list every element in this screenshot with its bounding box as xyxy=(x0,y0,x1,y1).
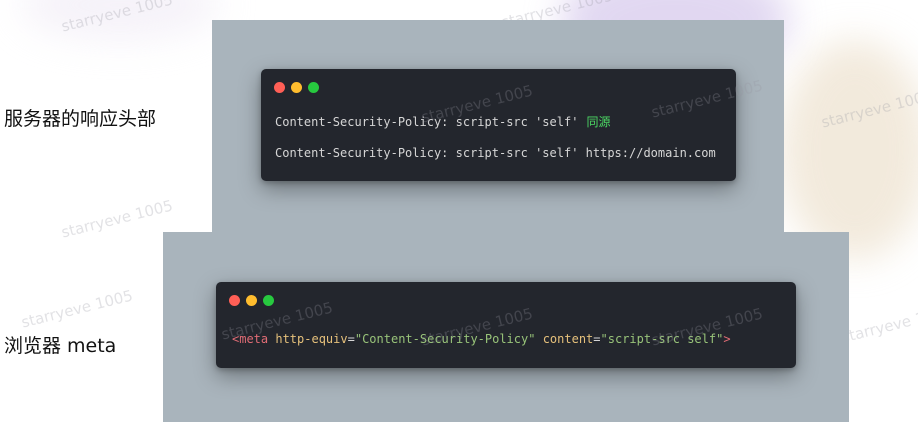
maximize-dot-icon[interactable] xyxy=(308,82,319,93)
code-token: = xyxy=(347,332,355,346)
watermark: starryeve 1005 xyxy=(839,301,918,347)
code-token: content xyxy=(542,332,594,346)
close-dot-icon[interactable] xyxy=(274,82,285,93)
code-line: <meta http-equiv="Content-Security-Polic… xyxy=(232,332,731,346)
code-token: "Content-Security-Policy" xyxy=(354,332,536,346)
code-text: Content-Security-Policy: script-src 'sel… xyxy=(275,115,579,129)
terminal-window: <meta http-equiv="Content-Security-Polic… xyxy=(216,282,796,368)
code-token: = xyxy=(593,332,601,346)
background-decoration xyxy=(20,0,220,40)
section-label-browser-meta: 浏览器 meta xyxy=(4,335,117,357)
watermark: starryeve 1005 xyxy=(59,196,175,242)
terminal-window: Content-Security-Policy: script-src 'sel… xyxy=(261,69,736,181)
code-note: 同源 xyxy=(586,115,611,129)
code-token: <meta xyxy=(232,332,269,346)
background-decoration xyxy=(780,40,918,260)
watermark: starryeve 1005 xyxy=(19,286,135,332)
section-label-response-header: 服务器的响应头部 xyxy=(4,108,157,130)
code-text: Content-Security-Policy: script-src 'sel… xyxy=(275,146,716,160)
code-token: > xyxy=(723,332,731,346)
code-token: http-equiv xyxy=(275,332,348,346)
minimize-dot-icon[interactable] xyxy=(246,295,257,306)
window-controls xyxy=(229,295,274,306)
code-line: Content-Security-Policy: script-src 'sel… xyxy=(275,113,610,130)
code-line: Content-Security-Policy: script-src 'sel… xyxy=(275,146,716,160)
code-token: "script-src self" xyxy=(600,332,724,346)
maximize-dot-icon[interactable] xyxy=(263,295,274,306)
close-dot-icon[interactable] xyxy=(229,295,240,306)
minimize-dot-icon[interactable] xyxy=(291,82,302,93)
window-controls xyxy=(274,82,319,93)
